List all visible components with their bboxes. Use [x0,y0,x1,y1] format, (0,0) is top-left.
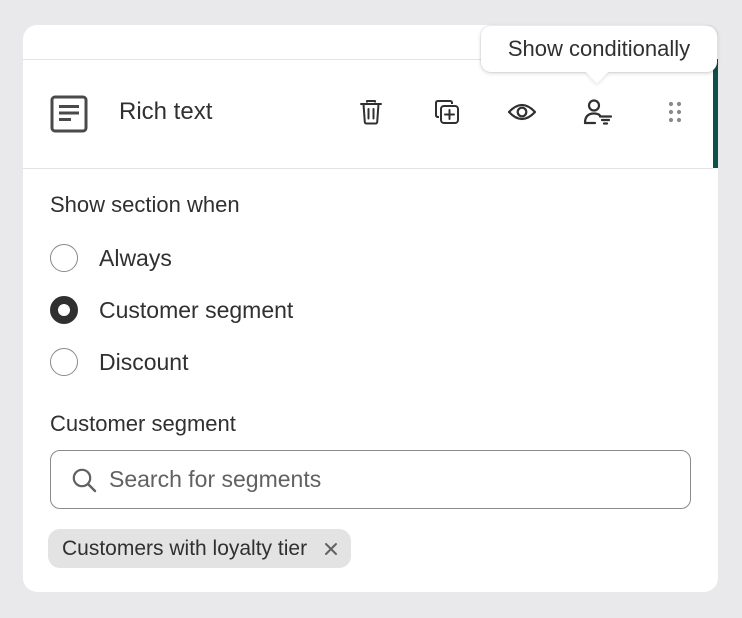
condition-heading: Show section when [50,192,240,217]
segment-search-input[interactable] [109,466,669,493]
section-settings-card: Rich text Show section when Always Custo… [23,25,718,592]
visibility-button[interactable] [506,96,538,128]
radio-button[interactable] [50,348,78,376]
drag-handle[interactable] [659,96,691,128]
radio-button-selected[interactable] [50,296,78,324]
radio-label: Customer segment [99,296,294,323]
section-title: Rich text [119,98,213,125]
radio-label: Discount [99,348,189,375]
eye-icon [507,103,537,121]
search-icon [71,467,97,493]
show-conditionally-button[interactable] [582,96,614,128]
trash-icon [360,100,382,125]
radio-option-customer-segment[interactable]: Customer segment [50,294,293,326]
radio-label: Always [99,244,172,271]
text-block-icon [50,95,88,133]
chip-remove-button[interactable] [321,539,341,559]
duplicate-icon [435,100,459,124]
radio-option-always[interactable]: Always [50,242,172,274]
segment-search-field[interactable] [50,450,691,509]
segment-chip: Customers with loyalty tier [48,529,352,568]
duplicate-button[interactable] [431,96,463,128]
close-icon [325,542,338,555]
selected-accent-bar [713,59,718,168]
delete-button[interactable] [355,96,387,128]
person-filter-icon [583,99,613,125]
radio-option-discount[interactable]: Discount [50,346,188,378]
drag-handle-icon [668,101,682,123]
tooltip-text: Show conditionally [507,36,691,61]
tooltip: Show conditionally [481,26,717,84]
radio-button[interactable] [50,244,78,272]
segment-heading: Customer segment [50,411,236,436]
chip-label: Customers with loyalty tier [62,536,308,560]
section-header-row[interactable]: Rich text [23,60,713,169]
